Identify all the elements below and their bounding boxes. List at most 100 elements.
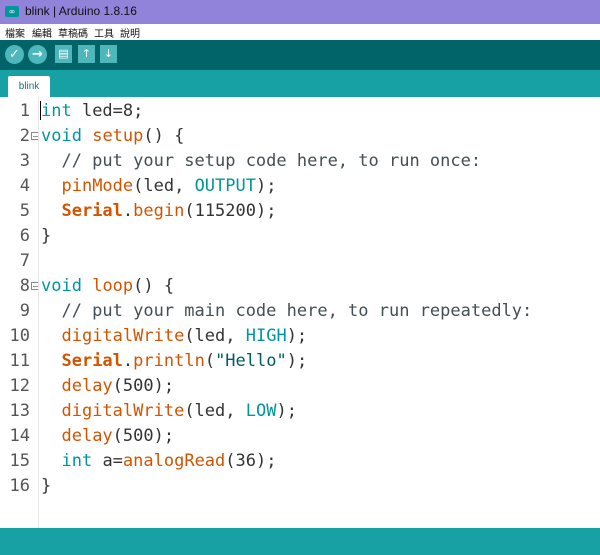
menu-help[interactable]: 說明 [120,25,140,40]
code-token: () { [133,276,175,296]
arrow-right-icon: → [32,47,43,62]
code-token: delay [61,426,113,446]
code-line: delay(500); [41,374,174,399]
code-token: led=8; [71,101,144,121]
upload-button[interactable]: → [28,45,47,64]
line-number: 16 [9,476,30,496]
code-token: digitalWrite [61,401,185,421]
code-token: digitalWrite [61,326,185,346]
code-line: digitalWrite(led, LOW); [41,399,297,424]
arrow-down-icon: ↓ [103,47,114,60]
tab-blink[interactable]: blink [8,76,50,97]
menu-tools[interactable]: 工具 [94,25,114,40]
code-token: // put your main code here, to run repea… [41,301,533,321]
code-token: loop [92,276,134,296]
title-bar: ∞ blink | Arduino 1.8.16 [0,0,600,24]
code-line: int led=8; [41,99,143,124]
line-number: 2 [19,126,30,146]
line-number: 14 [9,426,30,446]
code-token: } [41,226,52,246]
code-line: Serial.println("Hello"); [41,349,307,374]
code-token: begin [133,201,185,221]
code-token: () { [143,126,185,146]
new-button[interactable]: ▤ [55,45,72,63]
line-number: 6 [19,226,30,246]
code-line: digitalWrite(led, HIGH); [41,324,307,349]
gutter-divider [38,97,39,528]
toolbar: ✓ → ▤ ↑ ↓ [0,40,600,70]
code-token: void [41,126,82,146]
line-number: 15 [9,451,30,471]
arrow-up-icon: ↑ [81,47,92,60]
code-line: Serial.begin(115200); [41,199,276,224]
code-line: int a=analogRead(36); [41,449,276,474]
code-editor[interactable]: 1 2−3 4 5 6 7 8−9 10 11 12 13 14 15 16 int led=8; void… [0,97,600,528]
code-token: a= [92,451,123,471]
code-token: ( [204,351,216,371]
code-token: (115200); [184,201,277,221]
code-token: (led, [133,176,195,196]
tab-bar: blink [0,70,600,97]
menu-file[interactable]: 檔案 [5,25,25,40]
line-number-gutter: 1 2−3 4 5 6 7 8−9 10 11 12 13 14 15 16 [0,97,39,528]
new-file-icon: ▤ [58,47,69,60]
line-number: 5 [19,201,30,221]
line-number: 11 [9,351,30,371]
code-line: // put your setup code here, to run once… [41,149,481,174]
code-token: setup [92,126,144,146]
code-token: (36); [225,451,277,471]
code-token: } [41,476,52,496]
code-token: ); [255,176,277,196]
menu-edit[interactable]: 編輯 [32,25,52,40]
line-number: 12 [9,376,30,396]
arduino-logo-icon: ∞ [5,6,19,17]
code-token: ); [276,401,297,421]
code-token: . [122,351,134,371]
code-token: void [41,276,82,296]
menu-bar: 檔案 編輯 草稿碼 工具 說明 [0,24,600,40]
window-title: blink | Arduino 1.8.16 [25,4,137,18]
code-token: LOW [245,401,277,421]
code-token: HIGH [245,326,287,346]
code-line: } [41,224,51,249]
code-token: ); [286,326,308,346]
code-line: } [41,474,51,499]
code-token: Serial [61,201,123,221]
check-icon: ✓ [9,47,20,62]
line-number: 9 [19,301,30,321]
code-token: delay [61,376,113,396]
code-token: (500); [112,426,175,446]
code-token: Serial [61,351,123,371]
code-token: (led, [184,401,246,421]
line-number: 10 [9,326,30,346]
code-token: // put your setup code here, to run once… [41,151,482,171]
code-line: void setup() { [41,124,184,149]
code-token: int [41,101,72,121]
code-token: (led, [184,326,246,346]
code-token: . [122,201,134,221]
status-bar [0,528,600,555]
save-button[interactable]: ↓ [100,45,117,63]
code-line: // put your main code here, to run repea… [41,299,532,324]
code-token: int [61,451,93,471]
verify-button[interactable]: ✓ [5,45,24,64]
line-number: 8 [19,276,30,296]
code-token: "Hello" [215,351,287,371]
menu-sketch[interactable]: 草稿碼 [58,25,88,40]
line-number: 7 [19,251,30,271]
code-token: ); [286,351,308,371]
code-line: pinMode(led, OUTPUT); [41,174,276,199]
code-token: pinMode [61,176,134,196]
open-button[interactable]: ↑ [78,45,95,63]
line-number: 4 [19,176,30,196]
code-token: OUTPUT [194,176,256,196]
code-token: analogRead [122,451,226,471]
code-line: delay(500); [41,424,174,449]
